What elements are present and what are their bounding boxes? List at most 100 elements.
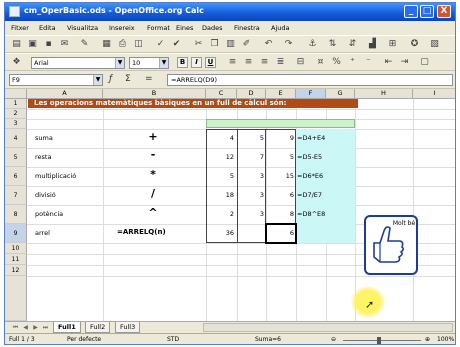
font-name-select[interactable]: Arial ▼	[31, 57, 125, 69]
menu-finestra[interactable]: Finestra	[234, 24, 260, 32]
row-header-12[interactable]: 12	[5, 265, 27, 276]
bold-button[interactable]: B	[177, 57, 188, 68]
edit-file-icon[interactable]: ✎	[79, 39, 90, 50]
sort-ascending-icon[interactable]: ⇅	[327, 39, 338, 50]
paste-icon[interactable]: ▥	[225, 39, 236, 50]
menu-fitxer[interactable]: Fitxer	[11, 24, 29, 32]
styles-icon[interactable]: ❖	[11, 57, 22, 68]
cell-value-e[interactable]: 3	[237, 210, 264, 218]
cell-value-d[interactable]: 18	[206, 191, 234, 199]
operation-label[interactable]: multiplicació	[35, 172, 76, 180]
row-header-2[interactable]: 2	[5, 109, 27, 119]
email-icon[interactable]: ✉	[59, 39, 70, 50]
chart-icon[interactable]: ▟	[367, 39, 378, 50]
maximize-button[interactable]: □	[420, 5, 434, 18]
horizontal-scrollbar[interactable]	[203, 323, 453, 332]
status-selection-mode[interactable]: STD	[167, 336, 179, 343]
italic-button[interactable]: I	[191, 57, 202, 68]
cell-value-d[interactable]: 5	[206, 172, 234, 180]
autospell-icon[interactable]: ✔	[171, 39, 182, 50]
cell-result-f[interactable]: 15	[266, 172, 294, 180]
print-icon[interactable]: ⎙	[117, 39, 128, 50]
operation-label[interactable]: resta	[35, 153, 51, 161]
format-paintbrush-icon[interactable]: ✐	[241, 39, 252, 50]
menu-insereix[interactable]: Insereix	[109, 24, 135, 32]
row-header-5[interactable]: 5	[5, 148, 27, 167]
align-right-icon[interactable]: ≡	[259, 57, 270, 68]
justify-icon[interactable]: ≣	[275, 57, 286, 68]
row-header-3[interactable]: 3	[5, 119, 27, 129]
row-header-9[interactable]: 9	[5, 224, 27, 243]
copy-icon[interactable]: ❐	[209, 39, 220, 50]
row-header-4[interactable]: 4	[5, 129, 27, 148]
row-header-1[interactable]: 1	[5, 99, 27, 109]
cell-formula-g[interactable]: =D7/E7	[297, 191, 322, 199]
column-header-b[interactable]: B	[103, 89, 206, 99]
column-header-g[interactable]: G	[326, 89, 355, 99]
column-header-f[interactable]: F	[296, 89, 326, 99]
operator-symbol[interactable]: -	[147, 148, 159, 161]
menu-ajuda[interactable]: Ajuda	[271, 24, 289, 32]
align-center-icon[interactable]: ≡	[243, 57, 254, 68]
print-preview-icon[interactable]: ◫	[133, 39, 144, 50]
cell-value-e[interactable]: 3	[237, 191, 264, 199]
function-wizard-icon[interactable]: ƒ	[109, 74, 112, 84]
close-button[interactable]: X	[437, 5, 451, 18]
cell-result-f[interactable]: 5	[266, 153, 294, 161]
chevron-down-icon[interactable]: ▼	[115, 58, 124, 68]
row-header-10[interactable]: 10	[5, 243, 27, 254]
datapilot-icon[interactable]: ⊞	[387, 39, 398, 50]
menu-format[interactable]: Format	[147, 24, 170, 32]
underline-button[interactable]: U	[205, 57, 216, 68]
cell-value-d[interactable]: 2	[206, 210, 234, 218]
operator-function[interactable]: =ARRELQ(n)	[117, 228, 166, 236]
last-sheet-icon[interactable]: ⏭	[41, 323, 50, 332]
column-header-i[interactable]: I	[413, 89, 455, 99]
navigator-icon[interactable]: ✪	[409, 39, 420, 50]
first-sheet-icon[interactable]: ⏮	[11, 323, 20, 332]
menu-visualitza[interactable]: Visualitza	[67, 24, 98, 32]
cell-formula-g[interactable]: =D5-E5	[297, 153, 322, 161]
cell-value-e[interactable]: 3	[237, 172, 264, 180]
chevron-down-icon[interactable]: ▼	[93, 75, 102, 85]
sort-descending-icon[interactable]: ⇵	[347, 39, 358, 50]
zoom-slider-handle[interactable]	[377, 337, 381, 344]
cell-result-f[interactable]: 9	[266, 134, 294, 142]
zoom-slider[interactable]	[343, 340, 421, 341]
tab-full2[interactable]: Full2	[85, 322, 111, 333]
equals-icon[interactable]: =	[145, 74, 153, 84]
open-folder-icon[interactable]: ▣	[27, 39, 38, 50]
indent-increase-icon[interactable]: ⇥	[399, 57, 410, 68]
decimal-remove-icon[interactable]: ⁻	[363, 57, 374, 68]
cell-formula-g[interactable]: =D6*E6	[297, 172, 323, 180]
operation-label[interactable]: potència	[35, 210, 63, 218]
gallery-icon[interactable]: ▧	[429, 39, 440, 50]
chevron-down-icon[interactable]: ▼	[159, 58, 168, 68]
save-icon[interactable]: ▪	[43, 39, 54, 50]
column-header-d[interactable]: D	[237, 89, 266, 99]
cell-result-f[interactable]: 6	[266, 191, 294, 199]
row-header-8[interactable]: 8	[5, 205, 27, 224]
tab-full1[interactable]: Full1	[53, 322, 81, 333]
operation-label[interactable]: divisió	[35, 191, 56, 199]
cell-value-e[interactable]: 5	[237, 134, 264, 142]
menu-eines[interactable]: Eines	[176, 24, 193, 32]
merge-cells-icon[interactable]: ⊟	[295, 57, 306, 68]
operator-symbol[interactable]: /	[147, 187, 159, 200]
cut-icon[interactable]: ✂	[193, 39, 204, 50]
cell-value-d[interactable]: 4	[206, 134, 234, 142]
decimal-add-icon[interactable]: ⁺	[347, 57, 358, 68]
row-header-7[interactable]: 7	[5, 186, 27, 205]
operation-label[interactable]: suma	[35, 134, 53, 142]
minimize-button[interactable]: _	[404, 5, 418, 18]
percent-format-icon[interactable]: %	[331, 57, 342, 68]
spellcheck-icon[interactable]: ✓	[155, 39, 166, 50]
next-sheet-icon[interactable]: ▶	[31, 323, 40, 332]
previous-sheet-icon[interactable]: ◀	[21, 323, 30, 332]
cell-value-d[interactable]: 36	[206, 229, 234, 237]
new-document-icon[interactable]: ▤	[11, 39, 22, 50]
borders-icon[interactable]: ▢	[419, 57, 430, 68]
align-left-icon[interactable]: ≡	[227, 57, 238, 68]
column-header-h[interactable]: H	[355, 89, 413, 99]
select-all-corner[interactable]	[5, 89, 27, 99]
